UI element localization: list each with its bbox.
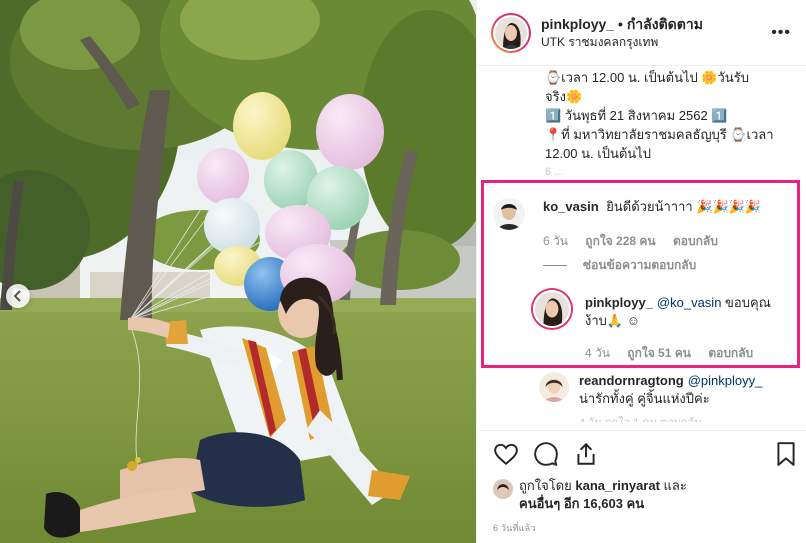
comment-time[interactable]: 6 วัน	[543, 234, 568, 248]
likes-summary: ถูกใจโดย kana_rinyarat และ คนอื่นๆ อีก 1…	[493, 477, 687, 513]
reply-button[interactable]: ตอบกลับ	[708, 346, 753, 360]
bookmark-icon[interactable]	[773, 441, 799, 467]
post-timestamp[interactable]: 6 วันที่แล้ว	[493, 521, 536, 535]
photo-graphic	[0, 0, 476, 543]
caption-line: 1️⃣ วันพุธที่ 21 สิงหาคม 2562 1️⃣	[545, 108, 728, 123]
mention-link[interactable]: @ko_vasin	[657, 295, 722, 310]
hide-replies-label: ซ่อนข้อความตอบกลับ	[583, 258, 697, 272]
caption-line: 📍ที่ มหาวิทยาลัยราชมคลธัญบุรี ⌚เวลา	[545, 127, 774, 142]
story-ring[interactable]	[491, 12, 531, 53]
post-location[interactable]: UTK ราชมงคลกรุงเทพ	[541, 33, 703, 51]
hide-replies-button[interactable]: ซ่อนข้อความตอบกลับ	[543, 256, 696, 275]
comment-likes[interactable]: ถูกใจ 51 คน	[627, 346, 691, 360]
comment-text: ขอบคุณ	[721, 295, 771, 310]
mention-link[interactable]: @pinkployy_	[688, 373, 763, 388]
avatar[interactable]	[493, 198, 525, 230]
comment-username[interactable]: pinkployy_	[585, 295, 653, 310]
post-caption: ⌚เวลา 12.00 น. เป็นต้นไป 🌼วันรับ จริง🌼 1…	[545, 68, 797, 175]
avatar[interactable]	[539, 372, 569, 402]
comment-username[interactable]: reandornragtong	[579, 373, 684, 388]
caption-line: จริง🌼	[545, 89, 583, 104]
ellipsis-icon[interactable]: •••	[771, 24, 791, 42]
post-side-panel: pinkployy_ • กำลังติดตาม UTK ราชมงคลกรุง…	[476, 0, 806, 543]
comment-faded-meta: 4 วัน ถูกใจ 1 คน ตอบกลับ	[579, 414, 762, 422]
caption-line: 12.00 น. เป็นต้นไป	[545, 146, 651, 161]
post-actions-bar: ถูกใจโดย kana_rinyarat และ คนอื่นๆ อีก 1…	[477, 430, 806, 543]
following-button[interactable]: กำลังติดตาม	[627, 16, 703, 32]
comment-username[interactable]: ko_vasin	[543, 199, 599, 214]
comment-likes[interactable]: ถูกใจ 228 คน	[585, 234, 655, 248]
heart-icon[interactable]	[493, 441, 519, 467]
caption-faded-text: 6 ...	[545, 166, 564, 175]
post-photo[interactable]	[0, 0, 476, 543]
liked-by-username[interactable]: kana_rinyarat	[575, 478, 660, 493]
previous-photo-button[interactable]	[6, 284, 30, 308]
comment-icon[interactable]	[533, 441, 559, 467]
comment-text: น่ารักทั้งคู่ คู่จิ้นแห่งปีค่ะ	[579, 391, 710, 406]
likes-mid: และ	[659, 478, 687, 493]
reply-button[interactable]: ตอบกลับ	[673, 234, 718, 248]
avatar[interactable]	[493, 479, 513, 499]
comment-time[interactable]: 4 วัน	[585, 346, 610, 360]
comment-text: ง้าบ🙏 ☺	[585, 313, 640, 328]
comment-item: reandornragtong @pinkployy_ น่ารักทั้งคู่…	[539, 372, 799, 422]
comment-item: ko_vasin ยินดีด้วยน้าาาา 🎉🎉🎉🎉 6 วัน ถูกใ…	[493, 198, 793, 250]
avatar[interactable]	[495, 16, 527, 49]
avatar[interactable]	[533, 290, 571, 328]
post-author-username[interactable]: pinkployy_	[541, 16, 614, 32]
header-separator: •	[618, 15, 623, 32]
instagram-post-window: pinkployy_ • กำลังติดตาม UTK ราชมงคลกรุง…	[0, 0, 806, 543]
likes-prefix: ถูกใจโดย	[519, 478, 576, 493]
comment-reply: pinkployy_ @ko_vasin ขอบคุณ ง้าบ🙏 ☺ 4 วัน…	[533, 290, 793, 362]
likes-count-link[interactable]: คนอื่นๆ อีก 16,603 คน	[519, 496, 644, 511]
caption-line: ⌚เวลา 12.00 น. เป็นต้นไป 🌼วันรับ	[545, 70, 749, 85]
divider	[543, 265, 567, 266]
post-header: pinkployy_ • กำลังติดตาม UTK ราชมงคลกรุง…	[477, 0, 806, 66]
share-icon[interactable]	[573, 441, 599, 467]
comment-text: ยินดีด้วยน้าาาา 🎉🎉🎉🎉	[606, 199, 762, 214]
chevron-left-icon	[13, 290, 21, 302]
